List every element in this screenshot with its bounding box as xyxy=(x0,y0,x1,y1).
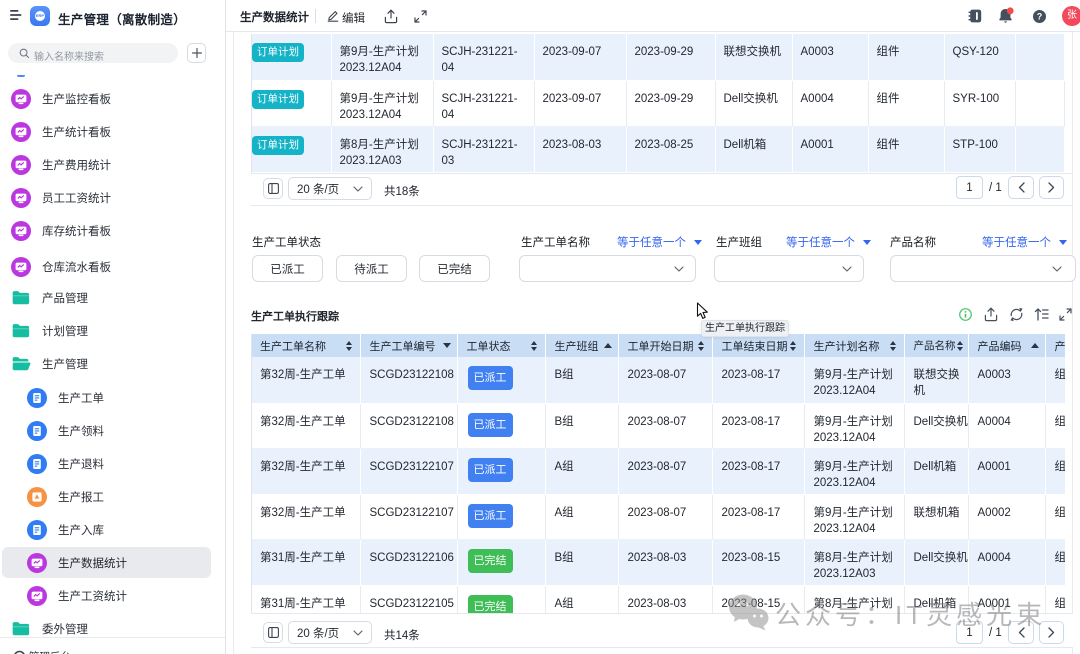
svg-text:?: ? xyxy=(1037,11,1043,21)
